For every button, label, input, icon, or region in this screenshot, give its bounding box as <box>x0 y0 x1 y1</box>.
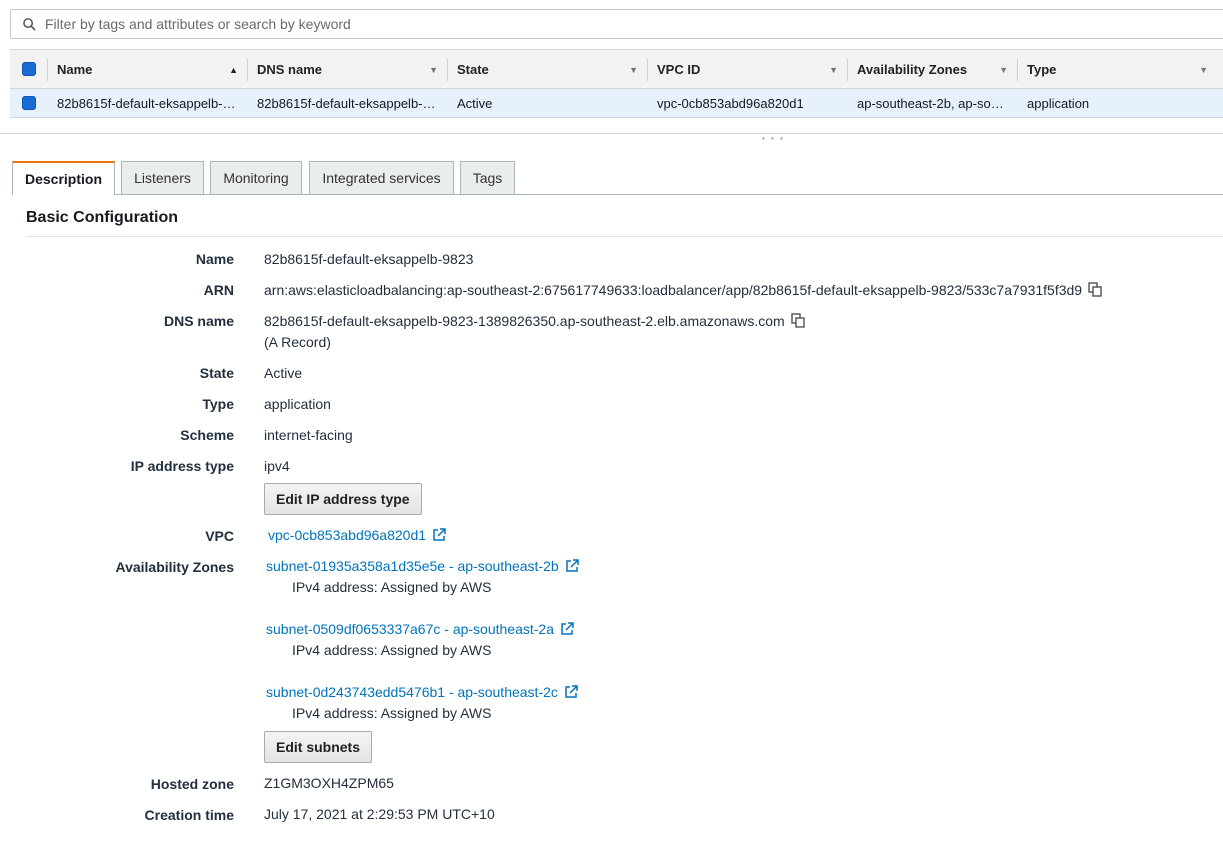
section-title: Basic Configuration <box>26 209 179 226</box>
column-label: Availability Zones <box>857 61 968 77</box>
column-label: DNS name <box>257 61 323 77</box>
scheme-label: Scheme <box>180 427 234 443</box>
load-balancer-table: Name ▲ DNS name ▼ State ▼ VPC ID ▼ Avail… <box>10 49 1223 118</box>
name-label: Name <box>195 251 234 267</box>
subnet-ipv4: IPv4 address: Assigned by AWS <box>292 705 492 721</box>
section-divider <box>26 236 1223 237</box>
tab-integrated-services[interactable]: Integrated services <box>309 161 454 194</box>
table-header: Name ▲ DNS name ▼ State ▼ VPC ID ▼ Avail… <box>10 49 1223 89</box>
creation-time-value: July 17, 2021 at 2:29:53 PM UTC+10 <box>264 806 495 822</box>
external-link-icon <box>565 559 579 572</box>
column-label: VPC ID <box>657 61 701 77</box>
subnet-link[interactable]: subnet-0d243743edd5476b1 - ap-southeast-… <box>266 684 578 700</box>
sort-icon: ▼ <box>829 65 838 75</box>
panel-divider[interactable] <box>0 133 1223 134</box>
column-header-availability-zones[interactable]: Availability Zones ▼ <box>848 50 1018 88</box>
hosted-zone-value: Z1GM3OXH4ZPM65 <box>264 775 394 791</box>
state-label: State <box>199 365 234 381</box>
subnet-link-text: subnet-01935a358a1d35e5e - ap-southeast-… <box>266 558 559 574</box>
column-header-type[interactable]: Type ▼ <box>1018 50 1218 88</box>
column-header-dns-name[interactable]: DNS name ▼ <box>248 50 448 88</box>
ip-address-type-value: ipv4 <box>264 458 290 474</box>
tab-description[interactable]: Description <box>12 161 115 195</box>
tab-listeners[interactable]: Listeners <box>121 161 204 194</box>
column-header-state[interactable]: State ▼ <box>448 50 648 88</box>
scheme-value: internet-facing <box>264 427 353 443</box>
search-bar[interactable] <box>10 9 1223 39</box>
subnet-link[interactable]: subnet-01935a358a1d35e5e - ap-southeast-… <box>266 558 579 574</box>
sort-icon: ▼ <box>429 65 438 75</box>
arn-row: arn:aws:elasticloadbalancing:ap-southeas… <box>264 282 1103 298</box>
dns-row: 82b8615f-default-eksappelb-9823-13898263… <box>264 313 806 329</box>
search-input[interactable] <box>45 10 1145 38</box>
dns-value: 82b8615f-default-eksappelb-9823-13898263… <box>264 313 785 329</box>
row-checkbox[interactable] <box>22 96 36 110</box>
column-header-vpc-id[interactable]: VPC ID ▼ <box>648 50 848 88</box>
select-all-cell <box>10 50 48 88</box>
subnet-link-text: subnet-0d243743edd5476b1 - ap-southeast-… <box>266 684 558 700</box>
vpc-label: VPC <box>205 528 234 544</box>
external-link-icon <box>561 622 574 635</box>
column-label: Type <box>1027 61 1057 77</box>
subnet-link-text: subnet-0509df0653337a67c - ap-southeast-… <box>266 621 554 637</box>
column-header-name[interactable]: Name ▲ <box>48 50 248 88</box>
resize-handle-icon[interactable]: • • • <box>762 134 785 144</box>
dns-label: DNS name <box>163 313 234 329</box>
ip-address-type-label: IP address type <box>130 458 234 474</box>
subnet-link[interactable]: subnet-0509df0653337a67c - ap-southeast-… <box>266 621 574 637</box>
cell-state: Active <box>457 95 493 111</box>
cell-name: 82b8615f-default-eksappelb-… <box>57 95 236 111</box>
sort-ascending-icon: ▲ <box>229 65 238 75</box>
column-label: Name <box>57 61 93 77</box>
external-link-icon <box>433 528 446 541</box>
cell-type: application <box>1027 95 1090 111</box>
column-label: State <box>457 61 489 77</box>
type-label: Type <box>202 396 234 412</box>
type-value: application <box>264 396 331 412</box>
availability-zones-label: Availability Zones <box>115 559 234 575</box>
sort-icon: ▼ <box>629 65 638 75</box>
external-link-icon <box>565 685 578 698</box>
subnet-ipv4: IPv4 address: Assigned by AWS <box>292 579 492 595</box>
edit-ip-address-type-button[interactable]: Edit IP address type <box>264 483 422 515</box>
search-icon <box>23 18 36 31</box>
creation-time-label: Creation time <box>144 807 234 823</box>
cell-vpc-id: vpc-0cb853abd96a820d1 <box>657 95 804 111</box>
sort-icon: ▼ <box>1199 65 1208 75</box>
subnet-ipv4: IPv4 address: Assigned by AWS <box>292 642 492 658</box>
sort-icon: ▼ <box>999 65 1008 75</box>
detail-tabs: Description Listeners Monitoring Integra… <box>12 161 1223 195</box>
row-select-cell <box>10 89 48 117</box>
hosted-zone-label: Hosted zone <box>150 776 234 792</box>
table-row[interactable]: 82b8615f-default-eksappelb-… 82b8615f-de… <box>10 89 1223 118</box>
edit-subnets-button[interactable]: Edit subnets <box>264 731 373 763</box>
name-value: 82b8615f-default-eksappelb-9823 <box>264 251 474 267</box>
state-value: Active <box>264 365 303 381</box>
tab-monitoring[interactable]: Monitoring <box>210 161 302 194</box>
copy-icon[interactable] <box>791 313 806 328</box>
tab-tags[interactable]: Tags <box>460 161 515 194</box>
cell-dns-name: 82b8615f-default-eksappelb-… <box>257 95 436 111</box>
copy-icon[interactable] <box>1088 282 1103 297</box>
dns-record-note: (A Record) <box>264 334 331 350</box>
cell-availability-zones: ap-southeast-2b, ap-so… <box>857 95 1004 111</box>
vpc-link-text: vpc-0cb853abd96a820d1 <box>268 527 427 543</box>
vpc-link[interactable]: vpc-0cb853abd96a820d1 <box>268 527 446 543</box>
arn-value: arn:aws:elasticloadbalancing:ap-southeas… <box>264 282 1083 298</box>
arn-label: ARN <box>203 282 234 298</box>
select-all-checkbox[interactable] <box>22 62 36 76</box>
